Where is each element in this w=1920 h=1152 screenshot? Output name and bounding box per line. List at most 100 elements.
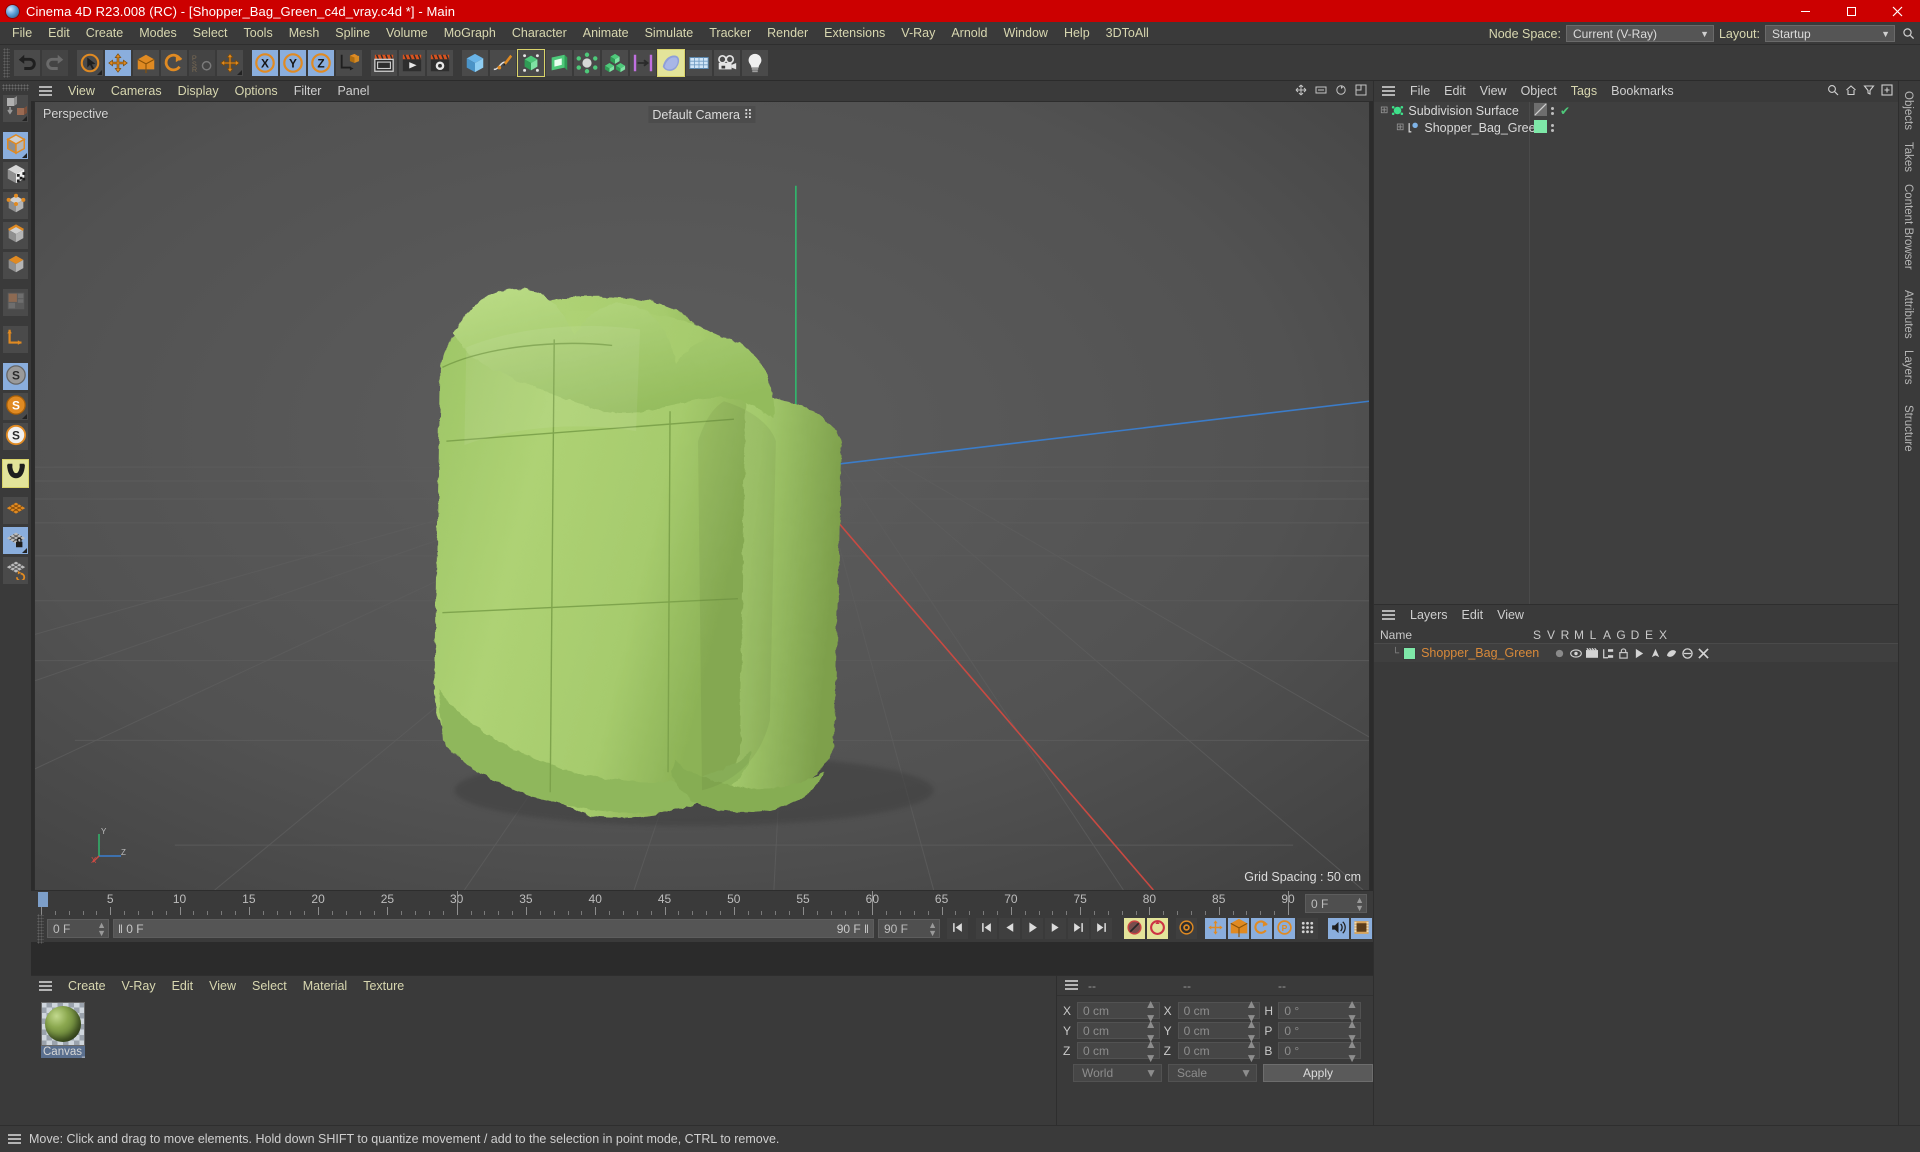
go-to-previous-key-button[interactable]	[975, 917, 998, 940]
layers-column-d[interactable]: D	[1628, 628, 1642, 642]
add-field-button[interactable]	[657, 48, 685, 77]
layers-column-r[interactable]: R	[1558, 628, 1572, 642]
node-space-select[interactable]: Current (V-Ray) ▼	[1565, 25, 1714, 42]
autokeying-button[interactable]	[1146, 917, 1169, 940]
lock-x-button[interactable]: X	[251, 48, 279, 77]
object-menu-file[interactable]: File	[1403, 81, 1437, 102]
add-camera-button[interactable]	[713, 48, 741, 77]
viewport-menu-view[interactable]: View	[60, 81, 103, 101]
scale-key-button[interactable]	[1227, 917, 1250, 940]
step-back-button[interactable]	[998, 917, 1021, 940]
menu-tracker[interactable]: Tracker	[701, 22, 759, 45]
snap-button[interactable]: S	[2, 392, 29, 421]
object-menu-object[interactable]: Object	[1514, 81, 1564, 102]
texture-mode-button[interactable]	[2, 161, 29, 190]
side-tab-objects[interactable]: Objects	[1899, 85, 1917, 136]
layers-menu-edit[interactable]: Edit	[1455, 605, 1491, 626]
object-menu-bookmarks[interactable]: Bookmarks	[1604, 81, 1681, 102]
playhead[interactable]	[38, 892, 48, 907]
viewport-menu-cameras[interactable]: Cameras	[103, 81, 170, 101]
playback-grip[interactable]	[37, 913, 44, 944]
status-hamburger-icon[interactable]	[8, 1132, 21, 1147]
add-floor-button[interactable]	[685, 48, 713, 77]
enabled-check-icon[interactable]: ✔	[1560, 104, 1570, 118]
object-tree-row[interactable]: ⊞ Shopper_Bag_Green	[1374, 119, 1898, 136]
sound-button[interactable]	[1327, 917, 1350, 940]
align-workplane-button[interactable]	[2, 556, 29, 585]
render-icon[interactable]	[1585, 647, 1598, 659]
layers-column-g[interactable]: G	[1614, 628, 1628, 642]
make-editable-button[interactable]	[2, 94, 29, 123]
layers-column-name[interactable]: Name	[1380, 628, 1530, 642]
search-icon[interactable]	[1827, 84, 1839, 99]
menu-modes[interactable]: Modes	[131, 22, 185, 45]
viewport-menu-options[interactable]: Options	[227, 81, 286, 101]
layers-menu-view[interactable]: View	[1490, 605, 1531, 626]
layers-rows[interactable]: └ Shopper_Bag_Green	[1374, 644, 1898, 662]
model-mode-button[interactable]	[2, 131, 29, 160]
axis-mode-button[interactable]	[2, 325, 29, 354]
layers-column-v[interactable]: V	[1544, 628, 1558, 642]
menu-window[interactable]: Window	[995, 22, 1055, 45]
play-button[interactable]	[1021, 917, 1044, 940]
maximize-button[interactable]	[1828, 0, 1874, 22]
side-tab-takes[interactable]: Takes	[1899, 136, 1917, 178]
step-forward-button[interactable]	[1044, 917, 1067, 940]
material-menu-edit[interactable]: Edit	[164, 976, 202, 996]
menu-mograph[interactable]: MoGraph	[436, 22, 504, 45]
add-scene-button[interactable]	[629, 48, 657, 77]
move-axis-button[interactable]	[216, 48, 244, 77]
material-item[interactable]: Canvas_	[41, 1002, 85, 1058]
layers-column-s[interactable]: S	[1530, 628, 1544, 642]
redo-button[interactable]	[41, 48, 69, 77]
menu-spline[interactable]: Spline	[327, 22, 378, 45]
menu-volume[interactable]: Volume	[378, 22, 436, 45]
workplane-grid-button[interactable]	[2, 496, 29, 525]
menu-edit[interactable]: Edit	[40, 22, 78, 45]
filter-icon[interactable]	[1863, 84, 1875, 99]
menu-create[interactable]: Create	[78, 22, 132, 45]
material-menu-v-ray[interactable]: V-Ray	[114, 976, 164, 996]
search-icon[interactable]	[1900, 25, 1916, 42]
enable-axis-button[interactable]: S	[2, 362, 29, 391]
side-tab-structure[interactable]: Structure	[1899, 399, 1917, 458]
toolbar-grip[interactable]	[3, 47, 10, 78]
go-to-end-button[interactable]	[1090, 917, 1113, 940]
object-menu-edit[interactable]: Edit	[1437, 81, 1473, 102]
menu-v-ray[interactable]: V-Ray	[893, 22, 943, 45]
frame-filmstrip-button[interactable]	[1350, 917, 1373, 940]
workplane-button[interactable]: S	[2, 422, 29, 451]
menu-help[interactable]: Help	[1056, 22, 1098, 45]
timeline-ruler[interactable]: 051015202530354045505560657075808590 0 F…	[31, 891, 1373, 915]
world-object-coord-button[interactable]	[335, 48, 363, 77]
add-spline-button[interactable]	[489, 48, 517, 77]
add-layer-icon[interactable]	[1881, 84, 1893, 99]
add-nurbs-button[interactable]	[545, 48, 573, 77]
maximize-viewport-icon[interactable]	[1355, 84, 1367, 99]
coord-position-field[interactable]: 0 cm ▲ ▼	[1077, 1037, 1160, 1065]
object-tree-row[interactable]: ⊞ Subdivision Surface ✔	[1374, 102, 1898, 119]
spinner-icon[interactable]: ▲ ▼	[1346, 1037, 1358, 1065]
material-menu-create[interactable]: Create	[60, 976, 114, 996]
select-tool-button[interactable]	[76, 48, 104, 77]
record-active-objects-button[interactable]	[1123, 917, 1146, 940]
object-menu-tags[interactable]: Tags	[1564, 81, 1604, 102]
viewport-3d[interactable]: Perspective Default Camera ⠿ Grid Spacin…	[34, 101, 1370, 891]
uv-mode-button[interactable]	[2, 288, 29, 317]
lock-icon[interactable]	[1617, 647, 1630, 659]
deformers-icon[interactable]	[1665, 648, 1678, 659]
polygon-mode-button[interactable]	[2, 251, 29, 280]
menu-animate[interactable]: Animate	[575, 22, 637, 45]
material-menu-select[interactable]: Select	[244, 976, 295, 996]
layout-select[interactable]: Startup ▼	[1765, 25, 1895, 42]
manager-icon[interactable]	[1601, 648, 1614, 659]
lock-workplane-button[interactable]	[2, 526, 29, 555]
side-tab-layers[interactable]: Layers	[1899, 344, 1917, 391]
menu-mesh[interactable]: Mesh	[281, 22, 328, 45]
timeline-frame-field[interactable]: 0 F ▲ ▼	[1305, 894, 1367, 913]
viewport-menu-hamburger-icon[interactable]	[39, 84, 52, 99]
viewport-menu-display[interactable]: Display	[170, 81, 227, 101]
go-to-next-key-button[interactable]	[1067, 917, 1090, 940]
point-mode-button[interactable]	[2, 191, 29, 220]
visibility-dots-icon[interactable]	[1551, 106, 1554, 115]
